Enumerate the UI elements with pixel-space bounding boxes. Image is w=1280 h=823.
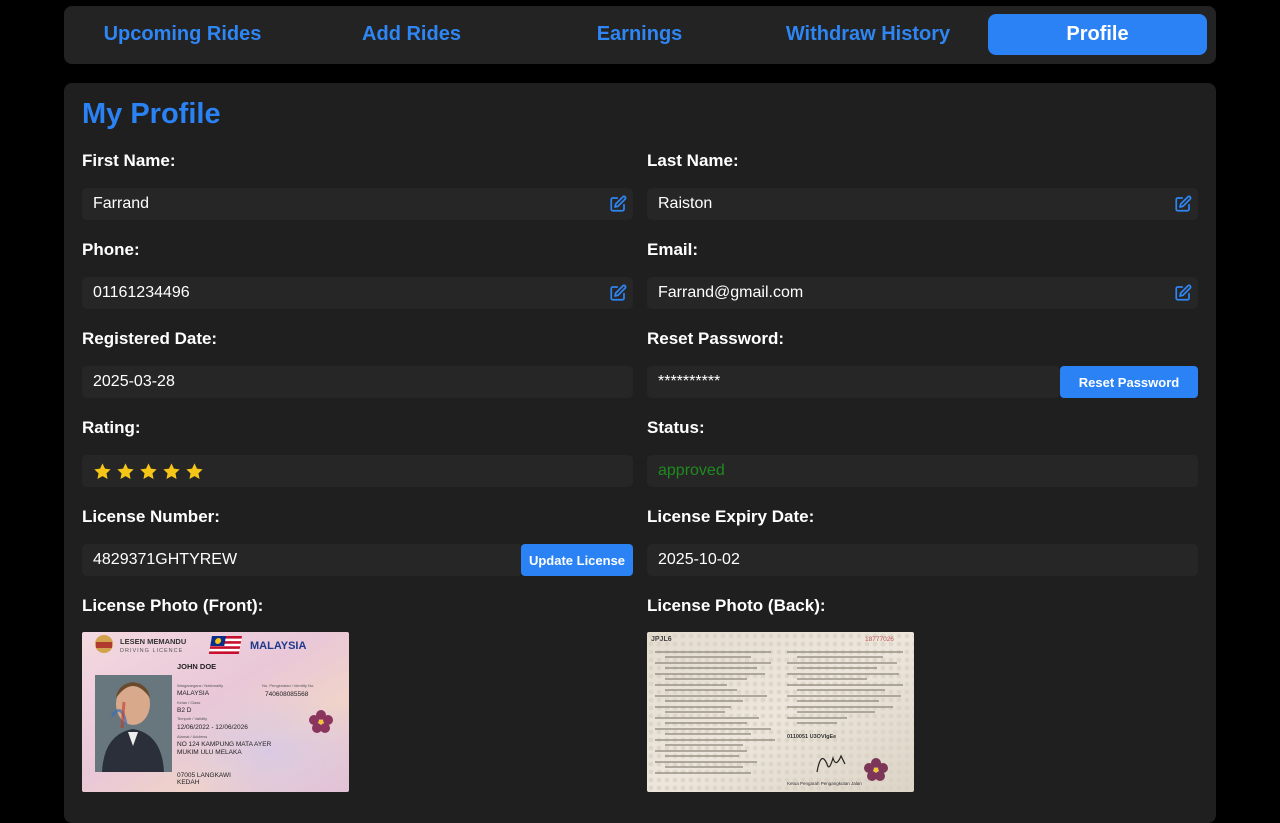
star-icon — [186, 462, 203, 479]
email-label: Email: — [647, 240, 699, 259]
svg-text:740608085568: 740608085568 — [265, 691, 309, 698]
first-name-field[interactable]: Farrand — [82, 188, 633, 220]
svg-text:MUKIM ULU MELAKA: MUKIM ULU MELAKA — [177, 749, 242, 756]
svg-text:MALAYSIA: MALAYSIA — [177, 690, 210, 697]
first-name-label: First Name: — [82, 151, 176, 170]
license-front-photo[interactable]: LESEN MEMANDU DRIVING LICENCE MALAYSIA J… — [82, 632, 349, 792]
status-label: Status: — [647, 418, 705, 437]
svg-text:Kelas / Class: Kelas / Class — [177, 700, 200, 705]
svg-text:Alamat / Address: Alamat / Address — [177, 734, 207, 739]
last-name-label: Last Name: — [647, 151, 739, 170]
svg-text:B2 D: B2 D — [177, 707, 192, 714]
registered-date-field: 2025-03-28 — [82, 366, 633, 398]
edit-icon[interactable] — [609, 195, 627, 213]
license-number-field: 4829371GHTYREW — [82, 544, 522, 576]
registered-date-value: 2025-03-28 — [93, 373, 175, 390]
svg-text:Warganegara / Nationality: Warganegara / Nationality — [177, 683, 223, 688]
malaysia-flag — [208, 636, 242, 654]
tab-upcoming-rides[interactable]: Upcoming Rides — [74, 14, 291, 55]
status-field: approved — [647, 455, 1198, 487]
license-back-label: License Photo (Back): — [647, 596, 826, 615]
edit-icon[interactable] — [1174, 195, 1192, 213]
svg-text:12/06/2022 - 12/06/2026: 12/06/2022 - 12/06/2026 — [177, 724, 248, 731]
last-name-field[interactable]: Raiston — [647, 188, 1198, 220]
first-name-value: Farrand — [93, 195, 150, 212]
svg-text:NO 124 KAMPUNG MATA AYER: NO 124 KAMPUNG MATA AYER — [177, 741, 272, 748]
license-front-label: License Photo (Front): — [82, 596, 264, 615]
tab-withdraw-history[interactable]: Withdraw History — [759, 14, 977, 55]
license-number-label: License Number: — [82, 507, 220, 526]
star-icon — [163, 462, 180, 479]
phone-label: Phone: — [82, 240, 140, 259]
svg-text:MALAYSIA: MALAYSIA — [250, 640, 306, 652]
email-field[interactable]: Farrand@gmail.com — [647, 277, 1198, 309]
license-expiry-label: License Expiry Date: — [647, 507, 815, 526]
license-expiry-value: 2025-10-02 — [658, 551, 740, 568]
phone-value: 01161234496 — [93, 284, 190, 301]
star-icon — [94, 462, 111, 479]
rating-stars — [82, 462, 208, 481]
tab-add-rides[interactable]: Add Rides — [303, 14, 520, 55]
svg-text:JOHN DOE: JOHN DOE — [177, 662, 216, 671]
reset-password-button[interactable]: Reset Password — [1060, 366, 1198, 398]
svg-text:07005 LANGKAWI: 07005 LANGKAWI — [177, 772, 231, 779]
license-expiry-field: 2025-10-02 — [647, 544, 1198, 576]
last-name-value: Raiston — [658, 195, 713, 212]
top-navigation: Upcoming Rides Add Rides Earnings Withdr… — [64, 6, 1216, 64]
password-masked-value: ********** — [658, 373, 721, 390]
reset-password-label: Reset Password: — [647, 329, 784, 348]
star-icon — [117, 462, 134, 479]
tab-earnings[interactable]: Earnings — [531, 14, 748, 55]
update-license-button[interactable]: Update License — [521, 544, 633, 576]
svg-text:Tempoh / Validity: Tempoh / Validity — [177, 716, 207, 721]
status-value: approved — [658, 462, 725, 479]
email-value: Farrand@gmail.com — [658, 284, 804, 301]
svg-text:LESEN MEMANDU: LESEN MEMANDU — [120, 637, 186, 646]
rating-label: Rating: — [82, 418, 141, 437]
svg-text:0110051 U3OVIgEe: 0110051 U3OVIgEe — [787, 734, 836, 740]
registered-date-label: Registered Date: — [82, 329, 218, 348]
edit-icon[interactable] — [609, 284, 627, 302]
phone-field[interactable]: 01161234496 — [82, 277, 633, 309]
svg-text:KEDAH: KEDAH — [177, 779, 200, 786]
svg-text:Ketua Pengarah Pengangkutan Ja: Ketua Pengarah Pengangkutan Jalan — [787, 781, 862, 786]
page-title: My Profile — [82, 98, 221, 130]
svg-text:18777026: 18777026 — [865, 636, 894, 643]
password-field: ********** — [647, 366, 1060, 398]
rating-field — [82, 455, 633, 487]
svg-text:No. Pengenalan / Identity No.: No. Pengenalan / Identity No. — [262, 683, 314, 688]
license-back-photo[interactable]: JPJL6 18777026 0110051 U3OVIgEe Ketua Pe — [647, 632, 914, 792]
license-number-value: 4829371GHTYREW — [93, 551, 238, 568]
svg-text:DRIVING LICENCE: DRIVING LICENCE — [120, 648, 183, 654]
edit-icon[interactable] — [1174, 284, 1192, 302]
svg-text:JPJL6: JPJL6 — [651, 636, 672, 643]
star-icon — [140, 462, 157, 479]
tab-profile[interactable]: Profile — [988, 14, 1207, 55]
